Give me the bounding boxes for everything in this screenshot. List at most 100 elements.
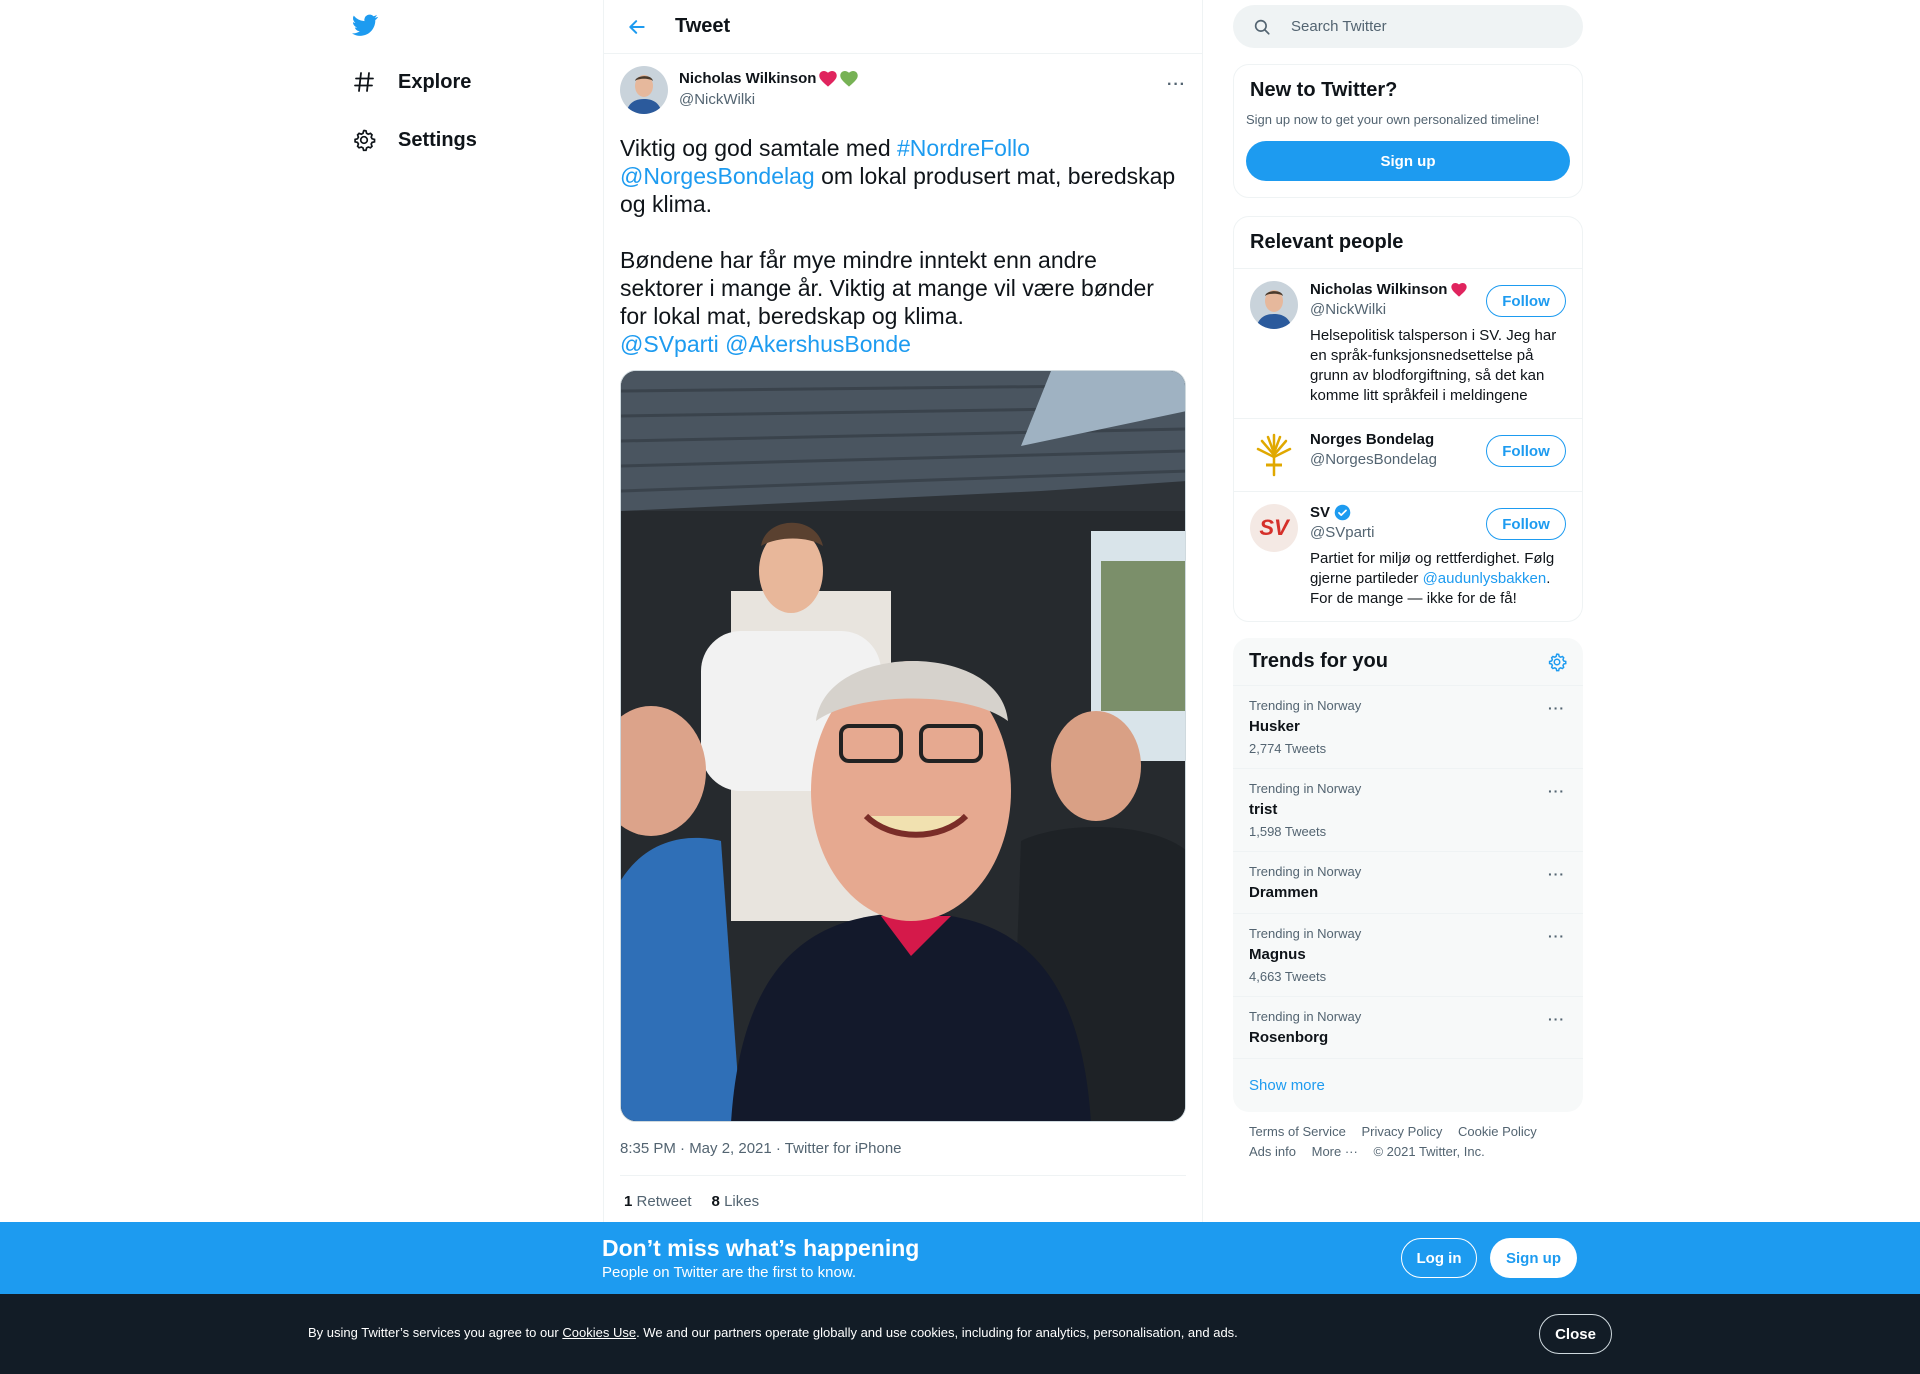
banner-signup-button[interactable]: Sign up bbox=[1490, 1238, 1577, 1278]
bio-mention-link[interactable]: @audunlysbakken bbox=[1423, 570, 1547, 587]
person-bio: Helsepolitisk talsperson i SV. Jeg har e… bbox=[1310, 327, 1557, 404]
relevant-people-title: Relevant people bbox=[1234, 217, 1582, 269]
tweet: Nicholas Wilkinson @NickWilki ··· Viktig… bbox=[604, 54, 1202, 1227]
trend-context: Trending in Norway bbox=[1249, 781, 1362, 796]
search-icon bbox=[1254, 19, 1270, 35]
retweet-label: Retweet bbox=[636, 1193, 692, 1210]
trend-name: Husker bbox=[1249, 718, 1300, 735]
trend-more-button[interactable]: ··· bbox=[1548, 700, 1565, 716]
cookie-text: By using Twitter’s services you agree to… bbox=[308, 1325, 1238, 1340]
trend-context: Trending in Norway bbox=[1249, 926, 1362, 941]
cookie-close-button[interactable]: Close bbox=[1539, 1314, 1612, 1354]
tweet-text-part: Bøndene har får mye mindre inntekt enn a… bbox=[620, 247, 1154, 329]
trend-more-button[interactable]: ··· bbox=[1548, 928, 1565, 944]
person-bio: Partiet for miljø og rettferdighet. Følg… bbox=[1310, 549, 1570, 609]
verified-badge-icon bbox=[1334, 504, 1351, 521]
show-more-link[interactable]: Show more bbox=[1233, 1059, 1583, 1112]
relevant-people-card: Relevant people Nicholas Wilkinson @Nick… bbox=[1233, 216, 1583, 622]
person-handle: @NorgesBondelag bbox=[1310, 451, 1437, 468]
tweet-text-part: Viktig og god samtale med bbox=[620, 135, 898, 161]
trend-name: trist bbox=[1249, 801, 1278, 818]
retweet-stat[interactable]: 1 Retweet bbox=[624, 1193, 692, 1210]
hashtag-icon bbox=[350, 68, 378, 96]
cookie-text-part: . We and our partners operate globally a… bbox=[636, 1325, 1238, 1340]
person-item[interactable]: Norges Bondelag @NorgesBondelag Follow bbox=[1234, 419, 1582, 492]
tweet-column: Tweet Nicholas Wilkinson @NickWilki ··· bbox=[603, 0, 1203, 1222]
terms-link[interactable]: Terms of Service bbox=[1249, 1124, 1346, 1139]
follow-button[interactable]: Follow bbox=[1486, 435, 1566, 467]
avatar[interactable]: SV bbox=[1250, 504, 1298, 552]
tweet-photo[interactable] bbox=[620, 370, 1186, 1122]
privacy-link[interactable]: Privacy Policy bbox=[1361, 1124, 1442, 1139]
nav-settings-label: Settings bbox=[398, 128, 477, 151]
trends-card: Trends for you Trending in Norway Husker… bbox=[1233, 638, 1583, 1112]
mention-link[interactable]: @AkershusBonde bbox=[725, 331, 911, 357]
trend-item[interactable]: Trending in Norway Husker 2,774 Tweets ·… bbox=[1233, 686, 1583, 769]
more-link[interactable]: More ··· bbox=[1312, 1144, 1358, 1159]
nav-explore-label: Explore bbox=[398, 70, 472, 93]
follow-button[interactable]: Follow bbox=[1486, 508, 1566, 540]
person-name-text: SV bbox=[1310, 504, 1331, 521]
sv-logo-text: SV bbox=[1259, 515, 1289, 540]
trend-item[interactable]: Trending in Norway trist 1,598 Tweets ··… bbox=[1233, 769, 1583, 852]
page-title: Tweet bbox=[675, 15, 731, 37]
likes-stat[interactable]: 8 Likes bbox=[712, 1193, 760, 1210]
person-name[interactable]: Nicholas Wilkinson bbox=[1310, 281, 1480, 298]
back-button[interactable] bbox=[619, 9, 655, 45]
person-item[interactable]: SV SV @SVparti Partiet for miljø og rett… bbox=[1234, 492, 1582, 621]
trend-count: 1,598 Tweets bbox=[1249, 824, 1327, 839]
trend-item[interactable]: Trending in Norway Magnus 4,663 Tweets ·… bbox=[1233, 914, 1583, 997]
trend-count: 4,663 Tweets bbox=[1249, 969, 1327, 984]
tweet-meta: 8:35 PM · May 2, 2021 · Twitter for iPho… bbox=[620, 1140, 1186, 1176]
trend-name: Magnus bbox=[1249, 946, 1306, 963]
gear-icon bbox=[350, 126, 378, 154]
likes-count: 8 bbox=[711, 1193, 720, 1210]
login-button[interactable]: Log in bbox=[1401, 1238, 1477, 1278]
trend-more-button[interactable]: ··· bbox=[1548, 1011, 1565, 1027]
person-name[interactable]: Norges Bondelag bbox=[1310, 431, 1480, 448]
twitter-logo-icon[interactable] bbox=[350, 8, 382, 42]
search-placeholder: Search Twitter bbox=[1291, 18, 1387, 35]
follow-button[interactable]: Follow bbox=[1486, 285, 1566, 317]
trends-title: Trends for you bbox=[1249, 650, 1388, 672]
mention-link[interactable]: @SVparti bbox=[620, 331, 719, 357]
new-to-twitter-card: New to Twitter? Sign up now to get your … bbox=[1233, 64, 1583, 198]
trend-more-button[interactable]: ··· bbox=[1548, 866, 1565, 882]
author-name[interactable]: Nicholas Wilkinson bbox=[679, 70, 859, 87]
trend-count: 2,774 Tweets bbox=[1249, 741, 1327, 756]
right-sidebar: Search Twitter New to Twitter? Sign up n… bbox=[1233, 0, 1583, 1172]
hashtag-link[interactable]: #NordreFollo bbox=[897, 135, 1030, 161]
author-handle[interactable]: @NickWilki bbox=[679, 91, 858, 108]
author-avatar[interactable] bbox=[620, 66, 668, 114]
new-to-twitter-title: New to Twitter? bbox=[1250, 79, 1398, 101]
cookies-use-link[interactable]: Cookies Use bbox=[562, 1325, 636, 1340]
cookie-policy-link[interactable]: Cookie Policy bbox=[1458, 1124, 1537, 1139]
trend-more-button[interactable]: ··· bbox=[1548, 783, 1565, 799]
tweet-more-button[interactable]: ··· bbox=[1167, 76, 1186, 94]
mention-link[interactable]: @NorgesBondelag bbox=[620, 163, 815, 189]
person-handle: @NickWilki bbox=[1310, 301, 1387, 318]
banner-subtitle: People on Twitter are the first to know. bbox=[602, 1264, 857, 1281]
ads-info-link[interactable]: Ads info bbox=[1249, 1144, 1296, 1159]
person-name-text: Norges Bondelag bbox=[1310, 431, 1435, 448]
nav-explore[interactable]: Explore bbox=[350, 60, 471, 104]
trends-settings-gear-icon[interactable] bbox=[1547, 652, 1567, 672]
avatar[interactable] bbox=[1250, 431, 1298, 479]
trend-name: Rosenborg bbox=[1249, 1029, 1329, 1046]
trend-item[interactable]: Trending in Norway Drammen ··· bbox=[1233, 852, 1583, 914]
sidebar-signup-button[interactable]: Sign up bbox=[1246, 141, 1570, 181]
person-item[interactable]: Nicholas Wilkinson @NickWilki Helsepolit… bbox=[1234, 269, 1582, 419]
tweet-header: Tweet bbox=[604, 0, 1202, 54]
person-name[interactable]: SV bbox=[1310, 504, 1480, 521]
search-input[interactable]: Search Twitter bbox=[1233, 5, 1583, 48]
trend-item[interactable]: Trending in Norway Rosenborg ··· bbox=[1233, 997, 1583, 1059]
trends-header: Trends for you bbox=[1233, 638, 1583, 686]
avatar[interactable] bbox=[1250, 281, 1298, 329]
banner-title: Don’t miss what’s happening bbox=[602, 1235, 920, 1261]
cookie-text-part: By using Twitter’s services you agree to… bbox=[308, 1325, 563, 1340]
tweet-text: Viktig og god samtale med #NordreFollo @… bbox=[620, 134, 1186, 358]
author-name-text: Nicholas Wilkinson bbox=[679, 70, 817, 87]
nav-settings[interactable]: Settings bbox=[350, 118, 477, 162]
cookie-bar: By using Twitter’s services you agree to… bbox=[0, 1294, 1920, 1374]
trend-name: Drammen bbox=[1249, 884, 1319, 901]
